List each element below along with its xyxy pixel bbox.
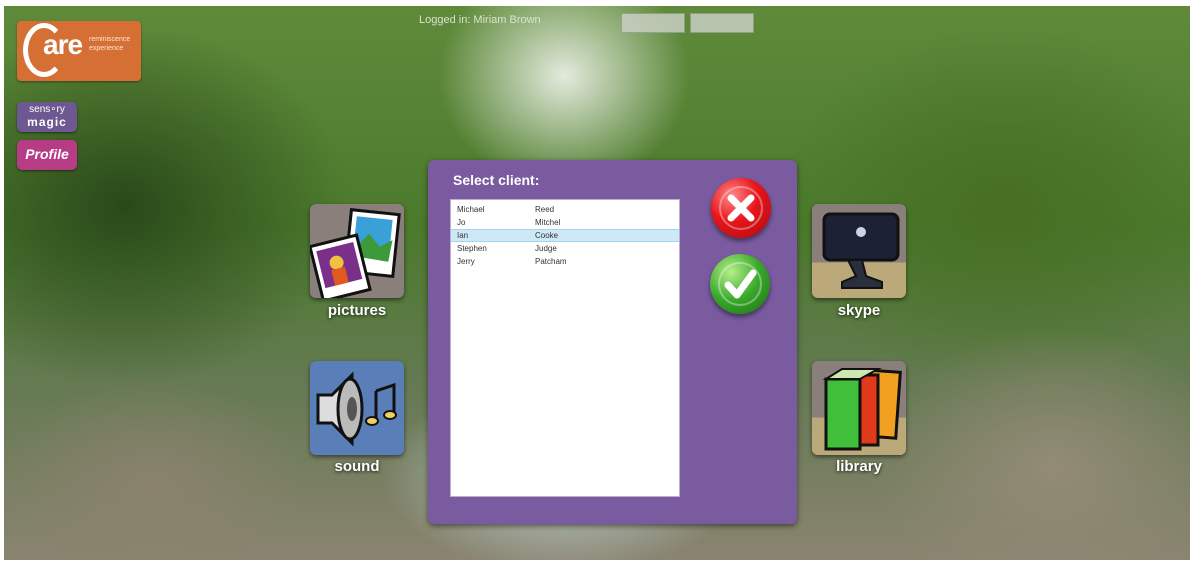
checkmark-icon	[718, 262, 762, 306]
books-icon	[822, 368, 902, 451]
client-row[interactable]: Jo Mitchel	[451, 216, 679, 229]
client-row[interactable]: Michael Reed	[451, 203, 679, 216]
pictures-label: pictures	[327, 302, 387, 319]
background-scene: Logged in: Miriam Brown are reminiscence…	[4, 6, 1190, 560]
webcam-icon	[822, 212, 900, 289]
confirm-button[interactable]	[710, 254, 770, 314]
top-button-2[interactable]	[690, 13, 754, 33]
top-button-1[interactable]	[621, 13, 685, 33]
logo-tagline: reminiscence experience	[89, 35, 130, 53]
select-client-dialog: Select client: Michael Reed Jo Mitchel I…	[428, 160, 797, 524]
logo-tagline-2: experience	[89, 45, 124, 52]
sensory-magic-line2: magic	[27, 115, 67, 129]
sensory-magic-button[interactable]: sens∘ry magic	[17, 102, 77, 132]
client-last-name: Judge	[535, 244, 557, 253]
logged-in-label: Logged in: Miriam Brown	[419, 14, 541, 26]
skype-tile[interactable]	[812, 204, 906, 298]
client-list[interactable]: Michael Reed Jo Mitchel Ian Cooke Stephe…	[450, 199, 680, 497]
cancel-button[interactable]	[711, 178, 771, 238]
dialog-title: Select client:	[453, 172, 540, 188]
client-last-name: Patcham	[535, 257, 567, 266]
client-row-selected[interactable]: Ian Cooke	[451, 229, 679, 242]
client-row[interactable]: Jerry Patcham	[451, 255, 679, 268]
client-last-name: Reed	[535, 205, 555, 214]
library-tile[interactable]	[812, 361, 906, 455]
client-first-name: Stephen	[457, 244, 487, 253]
profile-button[interactable]: Profile	[17, 140, 77, 170]
pictures-tile[interactable]	[310, 204, 404, 298]
sound-label: sound	[334, 458, 380, 475]
client-first-name: Michael	[457, 205, 485, 214]
client-last-name: Cooke	[535, 231, 559, 240]
library-label: library	[836, 458, 882, 475]
logo-wordmark: are	[43, 29, 83, 60]
photos-icon	[310, 208, 401, 298]
close-x-icon	[719, 186, 763, 230]
care-logo: are reminiscence experience	[17, 21, 141, 81]
client-last-name: Mitchel	[535, 218, 561, 227]
client-first-name: Jo	[457, 218, 466, 227]
logo-tagline-1: reminiscence	[89, 36, 131, 43]
sound-tile[interactable]	[310, 361, 404, 455]
speaker-music-icon	[316, 371, 397, 447]
client-first-name: Jerry	[457, 257, 475, 266]
skype-label: skype	[837, 302, 881, 319]
client-first-name: Ian	[457, 231, 469, 240]
client-row[interactable]: Stephen Judge	[451, 242, 679, 255]
